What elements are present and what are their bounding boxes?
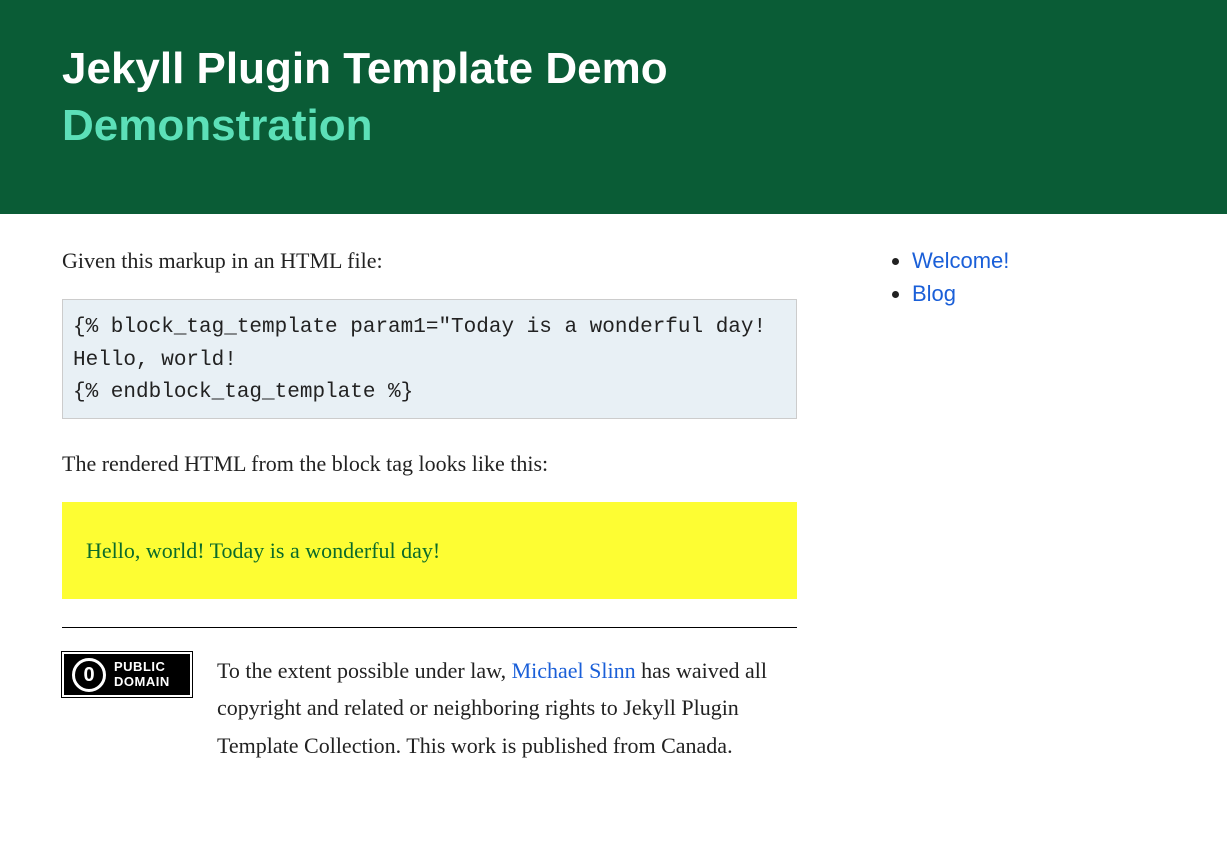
rendered-lead-text: The rendered HTML from the block tag loo… — [62, 447, 797, 480]
page-subtitle: Demonstration — [62, 97, 1165, 154]
public-domain-label: PUBLIC DOMAIN — [114, 660, 170, 689]
sidebar-link-welcome[interactable]: Welcome! — [912, 248, 1009, 273]
sidebar-item-welcome: Welcome! — [912, 244, 1137, 277]
rendered-output-block: Hello, world! Today is a wonderful day! — [62, 502, 797, 599]
sidebar-nav: Welcome! Blog — [887, 244, 1137, 764]
intro-text: Given this markup in an HTML file: — [62, 244, 797, 277]
license-text-before: To the extent possible under law, — [217, 658, 512, 683]
cc-zero-icon — [72, 658, 106, 692]
code-sample-block: {% block_tag_template param1="Today is a… — [62, 299, 797, 419]
sidebar-item-blog: Blog — [912, 277, 1137, 310]
page-title-main: Jekyll Plugin Template Demo — [62, 44, 668, 93]
license-section: PUBLIC DOMAIN To the extent possible und… — [62, 652, 797, 764]
public-domain-badge[interactable]: PUBLIC DOMAIN — [62, 652, 192, 697]
page-title: Jekyll Plugin Template Demo Demonstratio… — [62, 40, 1165, 154]
author-link[interactable]: Michael Slinn — [512, 658, 636, 683]
code-sample[interactable]: {% block_tag_template param1="Today is a… — [73, 312, 786, 418]
sidebar-link-blog[interactable]: Blog — [912, 281, 956, 306]
page-header: Jekyll Plugin Template Demo Demonstratio… — [0, 0, 1227, 214]
license-text: To the extent possible under law, Michae… — [217, 652, 797, 764]
divider — [62, 627, 797, 628]
sidebar-list: Welcome! Blog — [887, 244, 1137, 310]
rendered-output: Hello, world! Today is a wonderful day! — [86, 534, 773, 567]
main-content: Given this markup in an HTML file: {% bl… — [62, 244, 797, 764]
